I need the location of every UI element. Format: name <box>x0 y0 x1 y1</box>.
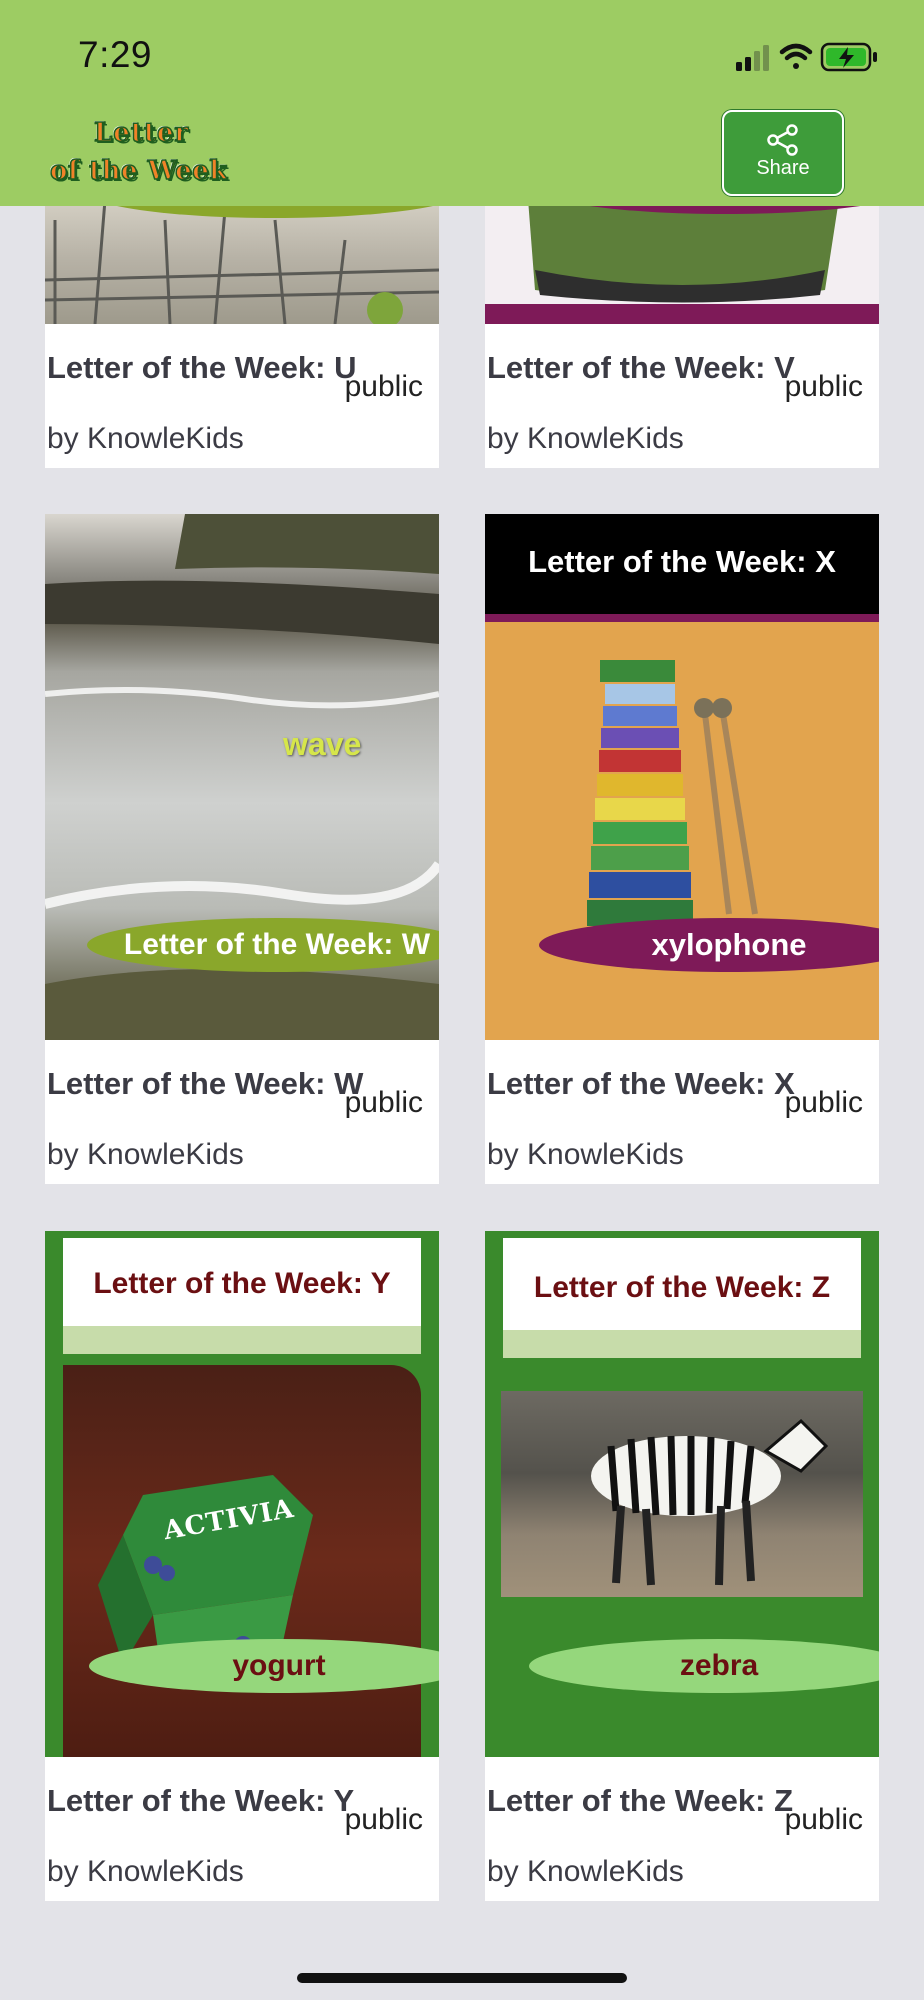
share-icon <box>767 124 798 156</box>
share-label: Share <box>756 157 810 179</box>
card-author-v: by KnowleKids <box>487 422 684 455</box>
wifi-icon <box>779 43 813 69</box>
thumb-heading-z: Letter of the Week: Z <box>533 1271 831 1304</box>
status-time: 7:29 <box>78 34 153 75</box>
card-title-w: Letter of the Week: W <box>47 1066 364 1101</box>
card-author-x: by KnowleKids <box>487 1138 684 1171</box>
status-bar: 7:29 <box>0 0 924 110</box>
card-title-u: Letter of the Week: U <box>47 350 357 385</box>
card-visibility-v: public <box>784 370 863 403</box>
thumb-heading-band-z <box>503 1330 861 1358</box>
book-card-v[interactable]: vest Letter of the Week: V public by Kno… <box>485 160 879 468</box>
logo-line2: of the Week <box>49 155 228 187</box>
book-card-y[interactable]: Letter of the Week: Y ACTIVIA yogurt Let… <box>45 1231 439 1901</box>
card-author-y: by KnowleKids <box>47 1855 244 1888</box>
card-title-x: Letter of the Week: X <box>487 1066 795 1101</box>
card-visibility-w: public <box>344 1086 423 1119</box>
book-card-z[interactable]: Letter of the Week: Z zebra Letter of th… <box>485 1231 879 1901</box>
book-thumbnail-w: wave Letter of the Week: W <box>45 514 439 1040</box>
thumb-caption-z: zebra <box>529 1639 879 1693</box>
yogurt-cups-image <box>98 1475 313 1685</box>
app-header: Letter of the Week Share <box>0 110 924 206</box>
card-title-v: Letter of the Week: V <box>487 350 795 385</box>
battery-charging-icon <box>820 42 877 72</box>
book-card-x[interactable]: Letter of the Week: X xylophone Letter o… <box>485 514 879 1184</box>
card-visibility-z: public <box>784 1803 863 1836</box>
zebra-photo <box>501 1391 863 1597</box>
zebra-image <box>591 1418 829 1586</box>
thumb-heading-y: Letter of the Week: Y <box>93 1267 391 1300</box>
yogurt-photo: ACTIVIA <box>63 1365 421 1757</box>
book-thumbnail-x: Letter of the Week: X xylophone <box>485 514 879 1040</box>
card-visibility-y: public <box>344 1803 423 1836</box>
thumb-word-w: wave <box>283 726 362 762</box>
home-indicator[interactable] <box>297 1973 627 1983</box>
book-thumbnail-z: Letter of the Week: Z zebra <box>485 1231 879 1757</box>
card-author-u: by KnowleKids <box>47 422 244 455</box>
book-card-u[interactable]: Letter of the Week: U Letter of the Week… <box>45 160 439 468</box>
cellular-signal-icon <box>736 45 769 71</box>
share-button[interactable]: Share <box>722 110 844 196</box>
app-logo[interactable]: Letter of the Week <box>49 114 240 198</box>
card-author-w: by KnowleKids <box>47 1138 244 1171</box>
status-icons <box>734 40 884 74</box>
card-visibility-u: public <box>344 370 423 403</box>
card-author-z: by KnowleKids <box>487 1855 684 1888</box>
logo-line1: Letter <box>93 117 190 149</box>
book-thumbnail-y: Letter of the Week: Y ACTIVIA yogurt <box>45 1231 439 1757</box>
card-title-y: Letter of the Week: Y <box>47 1783 355 1818</box>
card-title-z: Letter of the Week: Z <box>487 1783 794 1818</box>
thumb-heading-band-y <box>63 1326 421 1354</box>
book-card-w[interactable]: wave Letter of the Week: W Letter of the… <box>45 514 439 1184</box>
card-visibility-x: public <box>784 1086 863 1119</box>
